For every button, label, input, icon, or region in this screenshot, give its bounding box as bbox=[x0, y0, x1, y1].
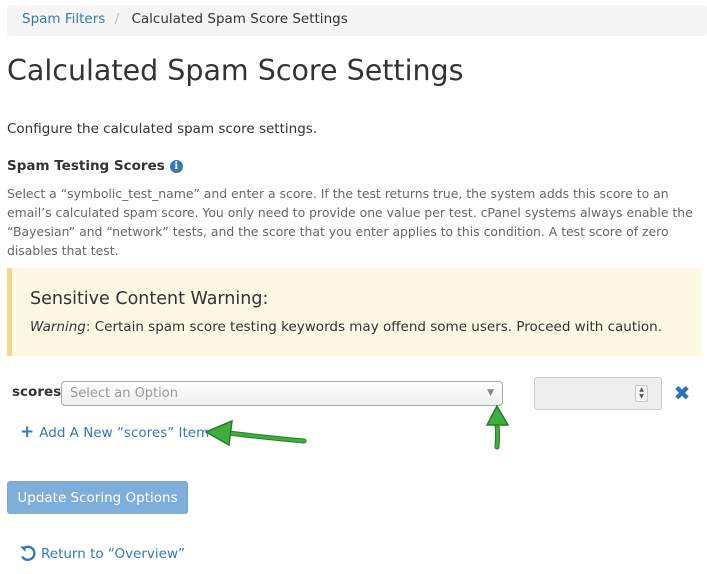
add-scores-item-label: Add A New “scores” Item bbox=[39, 424, 210, 441]
section-heading: Spam Testing Scores i bbox=[7, 158, 183, 174]
plus-icon: + bbox=[20, 422, 35, 442]
warning-text: Warning: Certain spam score testing keyw… bbox=[30, 319, 662, 335]
score-input[interactable]: ▲ ▼ bbox=[534, 377, 662, 410]
breadcrumb: Spam Filters / Calculated Spam Score Set… bbox=[7, 5, 707, 36]
sensitive-content-warning: Sensitive Content Warning: Warning: Cert… bbox=[7, 268, 701, 356]
undo-arrow-icon bbox=[20, 545, 36, 561]
add-scores-item-link[interactable]: + Add A New “scores” Item bbox=[20, 424, 209, 441]
section-title: Spam Testing Scores bbox=[7, 158, 165, 174]
section-help-text: Select a “symbolic_test_name” and enter … bbox=[7, 186, 693, 258]
return-to-overview-link[interactable]: Return to “Overview” bbox=[19, 545, 185, 563]
page-title: Calculated Spam Score Settings bbox=[7, 54, 464, 87]
warning-title: Sensitive Content Warning: bbox=[30, 289, 269, 309]
scores-label: scores bbox=[12, 384, 62, 400]
warning-label: Warning bbox=[30, 319, 86, 335]
annotation-arrow-to-select bbox=[485, 404, 510, 450]
symbolic-test-select[interactable]: Select an Option ▼ bbox=[61, 381, 503, 406]
breadcrumb-link-spam-filters[interactable]: Spam Filters bbox=[22, 11, 105, 27]
select-placeholder: Select an Option bbox=[70, 386, 178, 401]
chevron-down-icon: ▼ bbox=[487, 388, 494, 398]
page-description: Configure the calculated spam score sett… bbox=[7, 121, 318, 137]
spinner-arrows-icon[interactable]: ▲ ▼ bbox=[635, 385, 648, 402]
update-scoring-options-button[interactable]: Update Scoring Options bbox=[7, 481, 188, 514]
return-link-label: Return to “Overview” bbox=[41, 546, 185, 562]
breadcrumb-current: Calculated Spam Score Settings bbox=[131, 11, 348, 27]
warning-message: : Certain spam score testing keywords ma… bbox=[85, 319, 663, 335]
remove-x-icon[interactable]: ✖ bbox=[672, 383, 692, 403]
info-circle-icon[interactable]: i bbox=[169, 159, 183, 173]
annotation-arrow-to-add-link bbox=[204, 419, 307, 447]
breadcrumb-separator: / bbox=[114, 11, 120, 27]
